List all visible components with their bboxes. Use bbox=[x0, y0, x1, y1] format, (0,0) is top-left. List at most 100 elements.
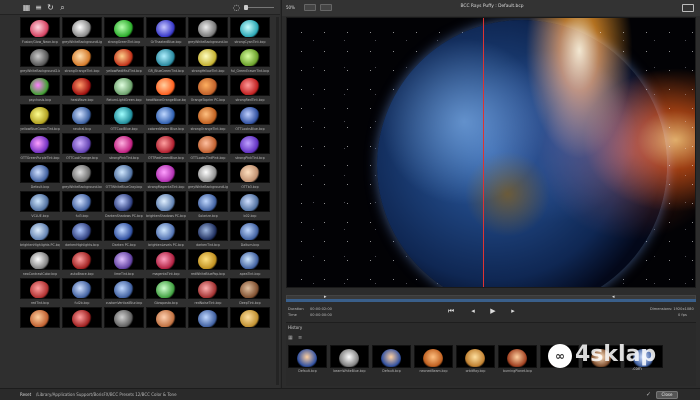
preset-thumbnail[interactable]: ful2b.bcp bbox=[62, 278, 102, 307]
step-forward-icon[interactable]: ▸ bbox=[508, 307, 518, 315]
preset-thumbnail[interactable]: strongOrangeTint.bcp bbox=[62, 46, 102, 75]
preset-grid-scrollbar[interactable] bbox=[276, 17, 279, 385]
play-icon[interactable]: ▶ bbox=[488, 307, 498, 315]
preset-thumbnail[interactable]: OTTCoolOrange.bcp bbox=[62, 133, 102, 162]
preset-thumbnail[interactable]: b02.bcp bbox=[230, 191, 270, 220]
zoom-out-icon[interactable]: ◌ bbox=[232, 3, 241, 12]
history-grid-icon[interactable]: ▦ bbox=[288, 335, 294, 341]
preset-thumbnail[interactable]: strongMagentaTint.bcp bbox=[146, 162, 186, 191]
go-to-start-icon[interactable]: ⏮ bbox=[446, 307, 456, 316]
history-item[interactable]: neonedBeam.bcp bbox=[414, 345, 453, 377]
preset-thumbnail[interactable] bbox=[188, 307, 228, 336]
preset-thumbnail[interactable]: strongRedTint.bcp bbox=[230, 75, 270, 104]
preset-thumbnail[interactable]: OTTLooksTintPink.bcp bbox=[188, 133, 228, 162]
preset-thumbnail[interactable]: OTTCoolBlue.bcp bbox=[104, 104, 144, 133]
close-button[interactable]: Close bbox=[656, 391, 678, 399]
preset-thumbnail[interactable]: Darken PC.bcp bbox=[104, 220, 144, 249]
timeline-progress[interactable] bbox=[286, 299, 696, 302]
preset-thumbnail[interactable]: strongGreenTint.bcp bbox=[104, 17, 144, 46]
thumbnail-size-slider-handle[interactable] bbox=[244, 5, 248, 10]
preset-thumbnail[interactable]: strongPinkTint.bcp bbox=[104, 133, 144, 162]
preset-thumbnail[interactable]: strongOrangeTint.bcp bbox=[188, 104, 228, 133]
preset-thumbnail[interactable]: psychosis.bcp bbox=[20, 75, 60, 104]
history-item[interactable]: orbitRay.bcp bbox=[456, 345, 495, 377]
preset-thumbnail[interactable] bbox=[146, 307, 186, 336]
preset-label: OTTLooksTintPink.bcp bbox=[190, 156, 226, 160]
preset-thumbnail[interactable]: ful_GreenEraserTint.bcp bbox=[230, 46, 270, 75]
preset-thumbnail[interactable]: brightenLevels PC.bcp bbox=[146, 220, 186, 249]
out-point-marker[interactable]: ◂ bbox=[612, 294, 615, 300]
preset-thumbnail[interactable]: customVerticalBlur.bcp bbox=[104, 278, 144, 307]
preset-thumbnail[interactable]: neoContrastColor.bcp bbox=[20, 249, 60, 278]
apply-check-icon[interactable]: ✓ bbox=[644, 391, 653, 399]
preset-thumbnail[interactable] bbox=[230, 307, 270, 336]
preset-thumbnail[interactable]: heatWaveOrangeBlue.bcp bbox=[146, 75, 186, 104]
preset-thumbnail[interactable]: magentaTint.bcp bbox=[146, 249, 186, 278]
history-item[interactable]: beamWhiteBlue.bcp bbox=[330, 345, 369, 377]
compare-view-button[interactable] bbox=[320, 4, 332, 11]
preset-thumbnail[interactable]: redTint.bcp bbox=[20, 278, 60, 307]
preset-thumbnail[interactable]: coloredWater Blue.bcp bbox=[146, 104, 186, 133]
preset-thumbnail[interactable]: strongYellowTint.bcp bbox=[188, 46, 228, 75]
preset-thumbnail[interactable]: OTTLooksBlue.bcp bbox=[230, 104, 270, 133]
preset-thumbnail[interactable]: brightenHighlights PC.bcp bbox=[20, 220, 60, 249]
preset-thumbnail[interactable]: yellowBlueGreenTint.bcp bbox=[20, 104, 60, 133]
preset-thumbnail[interactable]: darkenTint.bcp bbox=[188, 220, 228, 249]
preset-thumbnail[interactable]: strongCyanTint.bcp bbox=[230, 17, 270, 46]
preset-thumbnail[interactable]: redNoiseTint.bcp bbox=[188, 278, 228, 307]
preset-thumbnail[interactable]: greyWhiteBackground.bcp bbox=[62, 162, 102, 191]
refresh-icon[interactable]: ↻ bbox=[46, 3, 55, 12]
preset-thumbnail[interactable]: limeTint.bcp bbox=[104, 249, 144, 278]
preset-thumbnail[interactable]: VCLUE.bcp bbox=[20, 191, 60, 220]
preset-thumbnail[interactable]: DarkenShadows PC.bcp bbox=[104, 191, 144, 220]
preset-thumbnail[interactable]: neutral.bcp bbox=[62, 104, 102, 133]
preset-thumbnail[interactable]: brightenShadows PC.bcp bbox=[146, 191, 186, 220]
zoom-level[interactable]: 50% bbox=[286, 5, 295, 10]
preset-thumbnail[interactable]: Fusion/Glow_Neon.bcp bbox=[20, 17, 60, 46]
thumbnail-size-slider[interactable] bbox=[244, 7, 274, 8]
preset-thumbnail[interactable]: GR_BlueGreenTint.bcp bbox=[146, 46, 186, 75]
preview-canvas[interactable] bbox=[286, 17, 696, 288]
preset-thumbnail[interactable]: Glowpasta.bcp bbox=[146, 278, 186, 307]
step-back-icon[interactable]: ◂ bbox=[468, 307, 478, 315]
preset-thumbnail[interactable] bbox=[20, 307, 60, 336]
search-icon[interactable]: ⌕ bbox=[58, 3, 67, 12]
preset-thumbnail[interactable]: OrangeToprim PC.bcp bbox=[188, 75, 228, 104]
history-item[interactable]: Default.bcp bbox=[288, 345, 327, 377]
preset-thumbnail[interactable]: GrThaatedBlue.bcp bbox=[146, 17, 186, 46]
preset-thumbnail[interactable] bbox=[62, 307, 102, 336]
preset-thumbnail[interactable]: greyWhiteBackgroundLight.bcp bbox=[188, 162, 228, 191]
monitor-icon[interactable] bbox=[682, 4, 694, 12]
preset-thumbnail[interactable]: strongPinkTint.bcp bbox=[230, 133, 270, 162]
preset-thumbnail[interactable]: Daltum.bcp bbox=[230, 220, 270, 249]
preset-thumbnail[interactable]: Solarize.bcp bbox=[188, 191, 228, 220]
preset-thumbnail[interactable]: OTTGreenPurpleTint.bcp bbox=[20, 133, 60, 162]
preset-thumbnail[interactable]: Default.bcp bbox=[20, 162, 60, 191]
history-item[interactable]: burningPlanet.bcp bbox=[498, 345, 537, 377]
preset-thumbnail[interactable] bbox=[104, 307, 144, 336]
preset-thumbnail[interactable]: yellowRedMistTint.bcp bbox=[104, 46, 144, 75]
preset-thumbnail[interactable]: darkenHighlights.bcp bbox=[62, 220, 102, 249]
preset-thumbnail[interactable]: greyWhiteBackgroundLight.bcp bbox=[62, 17, 102, 46]
preset-thumbnail[interactable]: apeaTint.bcp bbox=[230, 249, 270, 278]
preset-image bbox=[104, 191, 144, 212]
preset-thumbnail[interactable]: redWhiteBluePop.bcp bbox=[188, 249, 228, 278]
split-view-button[interactable] bbox=[304, 4, 316, 11]
preset-thumbnail[interactable]: DeepTint.bcp bbox=[230, 278, 270, 307]
history-list-icon[interactable]: ≡ bbox=[298, 335, 304, 341]
preset-thumbnail[interactable]: heatWave.bcp bbox=[62, 75, 102, 104]
in-point-marker[interactable]: ▸ bbox=[324, 294, 327, 300]
preset-thumbnail[interactable]: OTTRedGreenBlue.bcp bbox=[146, 133, 186, 162]
list-view-icon[interactable]: ≡ bbox=[34, 3, 43, 12]
preset-thumbnail[interactable]: ReturnLightGreen.bcp bbox=[104, 75, 144, 104]
preset-thumbnail[interactable]: greyWhiteBackground.bcp bbox=[188, 17, 228, 46]
history-item[interactable]: Default.bcp bbox=[372, 345, 411, 377]
preset-thumbnail[interactable]: greyWhiteBackground2.bcp bbox=[20, 46, 60, 75]
preset-thumbnail[interactable]: autoBrace.bcp bbox=[62, 249, 102, 278]
reset-button[interactable]: Reset bbox=[20, 392, 31, 397]
preset-thumbnail[interactable]: ful3.bcp bbox=[62, 191, 102, 220]
preset-thumbnail[interactable]: OTTWhiteBlueGray.bcp bbox=[104, 162, 144, 191]
split-divider[interactable] bbox=[483, 18, 484, 287]
grid-view-icon[interactable]: ▦ bbox=[22, 3, 31, 12]
preset-thumbnail[interactable]: OTTb3.bcp bbox=[230, 162, 270, 191]
